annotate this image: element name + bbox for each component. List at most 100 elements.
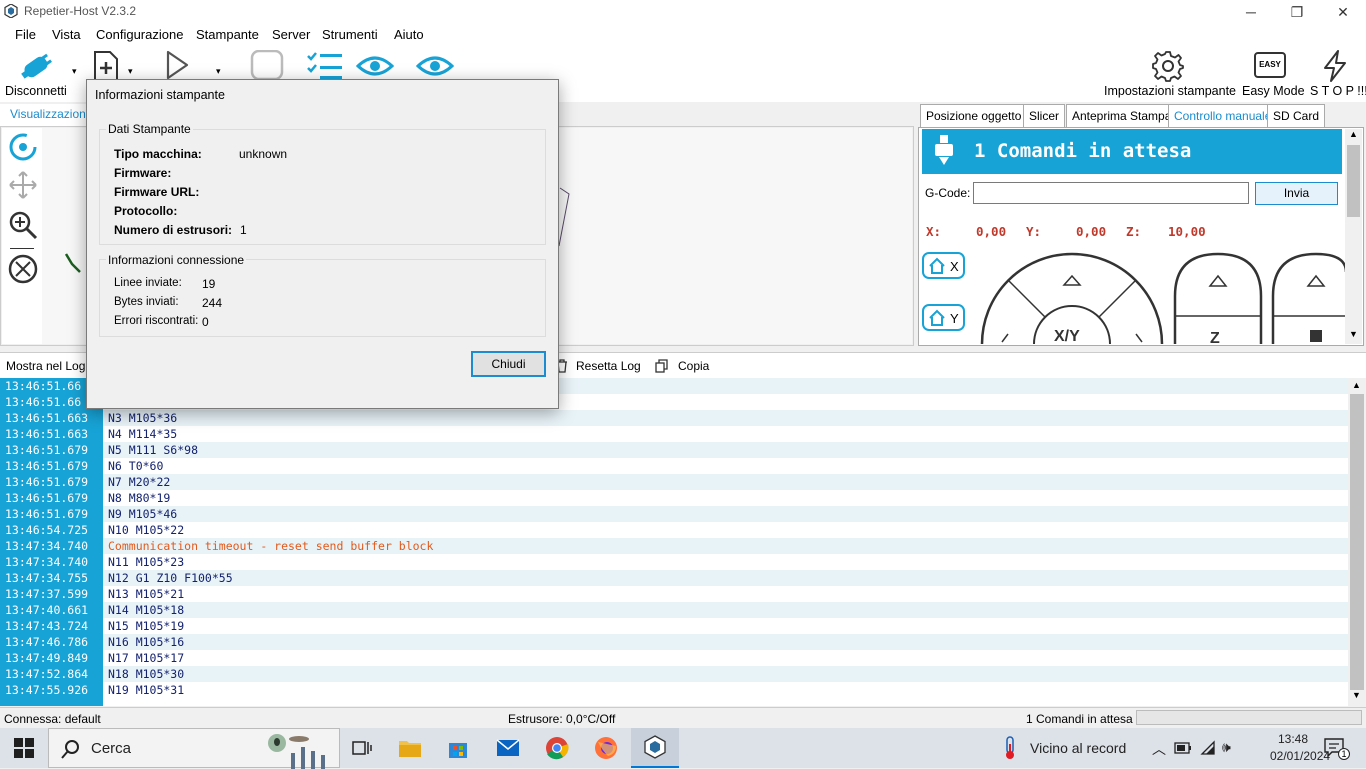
taskbar-file-explorer[interactable] xyxy=(386,728,434,768)
print-dropdown-arrow[interactable]: ▾ xyxy=(216,66,221,77)
gcode-input[interactable] xyxy=(973,182,1249,204)
volume-icon[interactable]: 🕪 xyxy=(1222,739,1231,756)
weather-text[interactable]: Vicino al record xyxy=(1030,740,1126,756)
taskbar-search[interactable]: Cerca xyxy=(48,728,340,769)
taskbar-mail[interactable] xyxy=(484,728,532,768)
connect-dropdown-arrow[interactable]: ▾ xyxy=(72,66,77,77)
log-row[interactable]: 13:46:51.679 N7 M20*22 xyxy=(0,474,1348,490)
taskbar-chrome[interactable] xyxy=(533,728,581,768)
taskbar-repetier-host[interactable] xyxy=(631,728,679,768)
menu-file[interactable]: File xyxy=(15,27,36,42)
taskbar-store[interactable] xyxy=(434,728,482,768)
thermometer-icon[interactable] xyxy=(1002,736,1018,760)
log-row[interactable]: 13:47:37.599 N13 M105*21 xyxy=(0,586,1348,602)
scroll-down-arrow[interactable]: ▼ xyxy=(1352,690,1361,700)
extruder-icon xyxy=(935,135,953,165)
log-row[interactable]: 13:47:43.724 N15 M105*19 xyxy=(0,618,1348,634)
log-timestamp: 13:46:51.679 xyxy=(0,442,103,458)
printer-settings-button[interactable]: Impostazioni stampante xyxy=(1104,48,1236,100)
zoom-icon[interactable] xyxy=(8,210,38,240)
log-message: Communication timeout - reset send buffe… xyxy=(108,539,434,553)
easy-mode-button[interactable]: EASY Easy Mode xyxy=(1240,48,1305,100)
log-row[interactable]: 13:46:51.679 N5 M111 S6*98 xyxy=(0,442,1348,458)
tab-slicer[interactable]: Slicer xyxy=(1023,104,1066,128)
extruder-jog-pad[interactable] xyxy=(1270,252,1346,344)
tab-anteprima-stampa[interactable]: Anteprima Stampa xyxy=(1066,104,1178,128)
log-row[interactable]: 13:46:51.679 N9 M105*46 xyxy=(0,506,1348,522)
connect-button[interactable]: Disconnetti xyxy=(4,48,68,100)
extruder-count-label: Numero di estrusori: xyxy=(114,223,233,237)
close-window-button[interactable]: ✕ xyxy=(1320,0,1366,24)
play-icon[interactable] xyxy=(164,50,190,80)
tab-visualizzazione[interactable]: Visualizzazione xyxy=(4,104,99,126)
tab-posizione-oggetto[interactable]: Posizione oggetto xyxy=(920,104,1028,128)
battery-icon[interactable] xyxy=(1174,742,1192,754)
scroll-up-arrow[interactable]: ▲ xyxy=(1352,380,1361,390)
eye-icon[interactable] xyxy=(356,54,394,78)
log-message: N3 M105*36 xyxy=(108,411,178,425)
rotate-view-icon[interactable] xyxy=(8,132,38,162)
scroll-thumb[interactable] xyxy=(1347,145,1360,217)
progress-bar xyxy=(1136,710,1362,725)
restore-button[interactable]: ❐ xyxy=(1274,0,1320,24)
scroll-thumb[interactable] xyxy=(1350,394,1364,690)
send-button[interactable]: Invia xyxy=(1255,182,1338,205)
load-dropdown-arrow[interactable]: ▾ xyxy=(128,66,133,77)
menu-server[interactable]: Server xyxy=(272,27,310,42)
log-row[interactable]: 13:47:40.661 N14 M105*18 xyxy=(0,602,1348,618)
menu-strumenti[interactable]: Strumenti xyxy=(322,27,378,42)
tab-sd-card[interactable]: SD Card xyxy=(1267,104,1326,128)
log-row[interactable]: 13:46:54.725 N10 M105*22 xyxy=(0,522,1348,538)
taskbar-firefox[interactable] xyxy=(582,728,630,768)
scroll-down-arrow[interactable]: ▼ xyxy=(1349,329,1358,339)
log-row[interactable]: 13:47:55.926 N19 M105*31 xyxy=(0,682,1348,698)
windows-start-icon[interactable] xyxy=(14,738,34,758)
eye-icon[interactable] xyxy=(416,54,454,78)
menu-stampante[interactable]: Stampante xyxy=(196,27,259,42)
errors-label: Errori riscontrati: xyxy=(114,315,199,327)
job-list-icon[interactable] xyxy=(306,50,344,80)
log-row[interactable]: 13:47:34.740 Communication timeout - rese… xyxy=(0,538,1348,554)
command-queue-text: 1 Comandi in attesa xyxy=(974,140,1192,162)
lines-sent-label: Linee inviate: xyxy=(114,277,182,289)
home-x-button[interactable]: X xyxy=(922,252,965,279)
log-row[interactable]: 13:47:34.755 N12 G1 Z10 F100*55 xyxy=(0,570,1348,586)
log-row[interactable]: 13:46:51.679 N8 M80*19 xyxy=(0,490,1348,506)
minimize-button[interactable]: ─ xyxy=(1228,0,1274,24)
wifi-icon[interactable] xyxy=(1200,740,1218,756)
emergency-stop-label: S T O P !!! xyxy=(1310,84,1366,98)
log-row[interactable]: 13:46:51.679 N6 T0*60 xyxy=(0,458,1348,474)
fit-view-icon[interactable] xyxy=(8,254,38,284)
log-row[interactable]: 13:46:51.663 N3 M105*36 xyxy=(0,410,1348,426)
x-coord-value: 0,00 xyxy=(976,224,1007,239)
log-row[interactable]: 13:46:51.663 N4 M114*35 xyxy=(0,426,1348,442)
home-y-button[interactable]: Y xyxy=(922,304,965,331)
menu-vista[interactable]: Vista xyxy=(52,27,81,42)
log-message: N9 M105*46 xyxy=(108,507,178,521)
log-row[interactable]: 13:47:34.740 N11 M105*23 xyxy=(0,554,1348,570)
copy-icon[interactable] xyxy=(655,359,669,373)
move-view-icon[interactable] xyxy=(8,170,38,200)
menu-aiuto[interactable]: Aiuto xyxy=(394,27,424,42)
reset-log-button[interactable]: Resetta Log xyxy=(576,359,641,373)
log-scrollbar[interactable]: ▲ ▼ xyxy=(1348,378,1366,706)
right-panel-scrollbar[interactable]: ▲ ▼ xyxy=(1345,129,1362,344)
z-pad-label: Z xyxy=(1210,330,1220,347)
close-dialog-button[interactable]: Chiudi xyxy=(471,351,546,377)
tab-controllo-manuale[interactable]: Controllo manuale xyxy=(1168,104,1278,129)
connection-status: Connessa: default xyxy=(4,712,101,726)
log-timestamp: 13:46:54.725 xyxy=(0,522,103,538)
clock-date[interactable]: 02/01/2024 xyxy=(1270,749,1330,763)
menu-configurazione[interactable]: Configurazione xyxy=(96,27,183,42)
stop-print-icon[interactable] xyxy=(250,50,284,80)
log-row[interactable]: 13:47:46.786 N16 M105*16 xyxy=(0,634,1348,650)
scroll-up-arrow[interactable]: ▲ xyxy=(1349,129,1358,139)
log-row[interactable]: 13:47:49.849 N17 M105*17 xyxy=(0,650,1348,666)
chevron-up-icon[interactable]: ︿ xyxy=(1152,739,1166,759)
copy-log-button[interactable]: Copia xyxy=(678,359,709,373)
task-view-button[interactable] xyxy=(338,728,386,768)
log-row[interactable]: 13:47:52.864 N18 M105*30 xyxy=(0,666,1348,682)
load-file-icon[interactable] xyxy=(92,50,120,82)
clock-time[interactable]: 13:48 xyxy=(1278,732,1308,746)
emergency-stop-button[interactable]: S T O P !!! xyxy=(1306,48,1366,100)
